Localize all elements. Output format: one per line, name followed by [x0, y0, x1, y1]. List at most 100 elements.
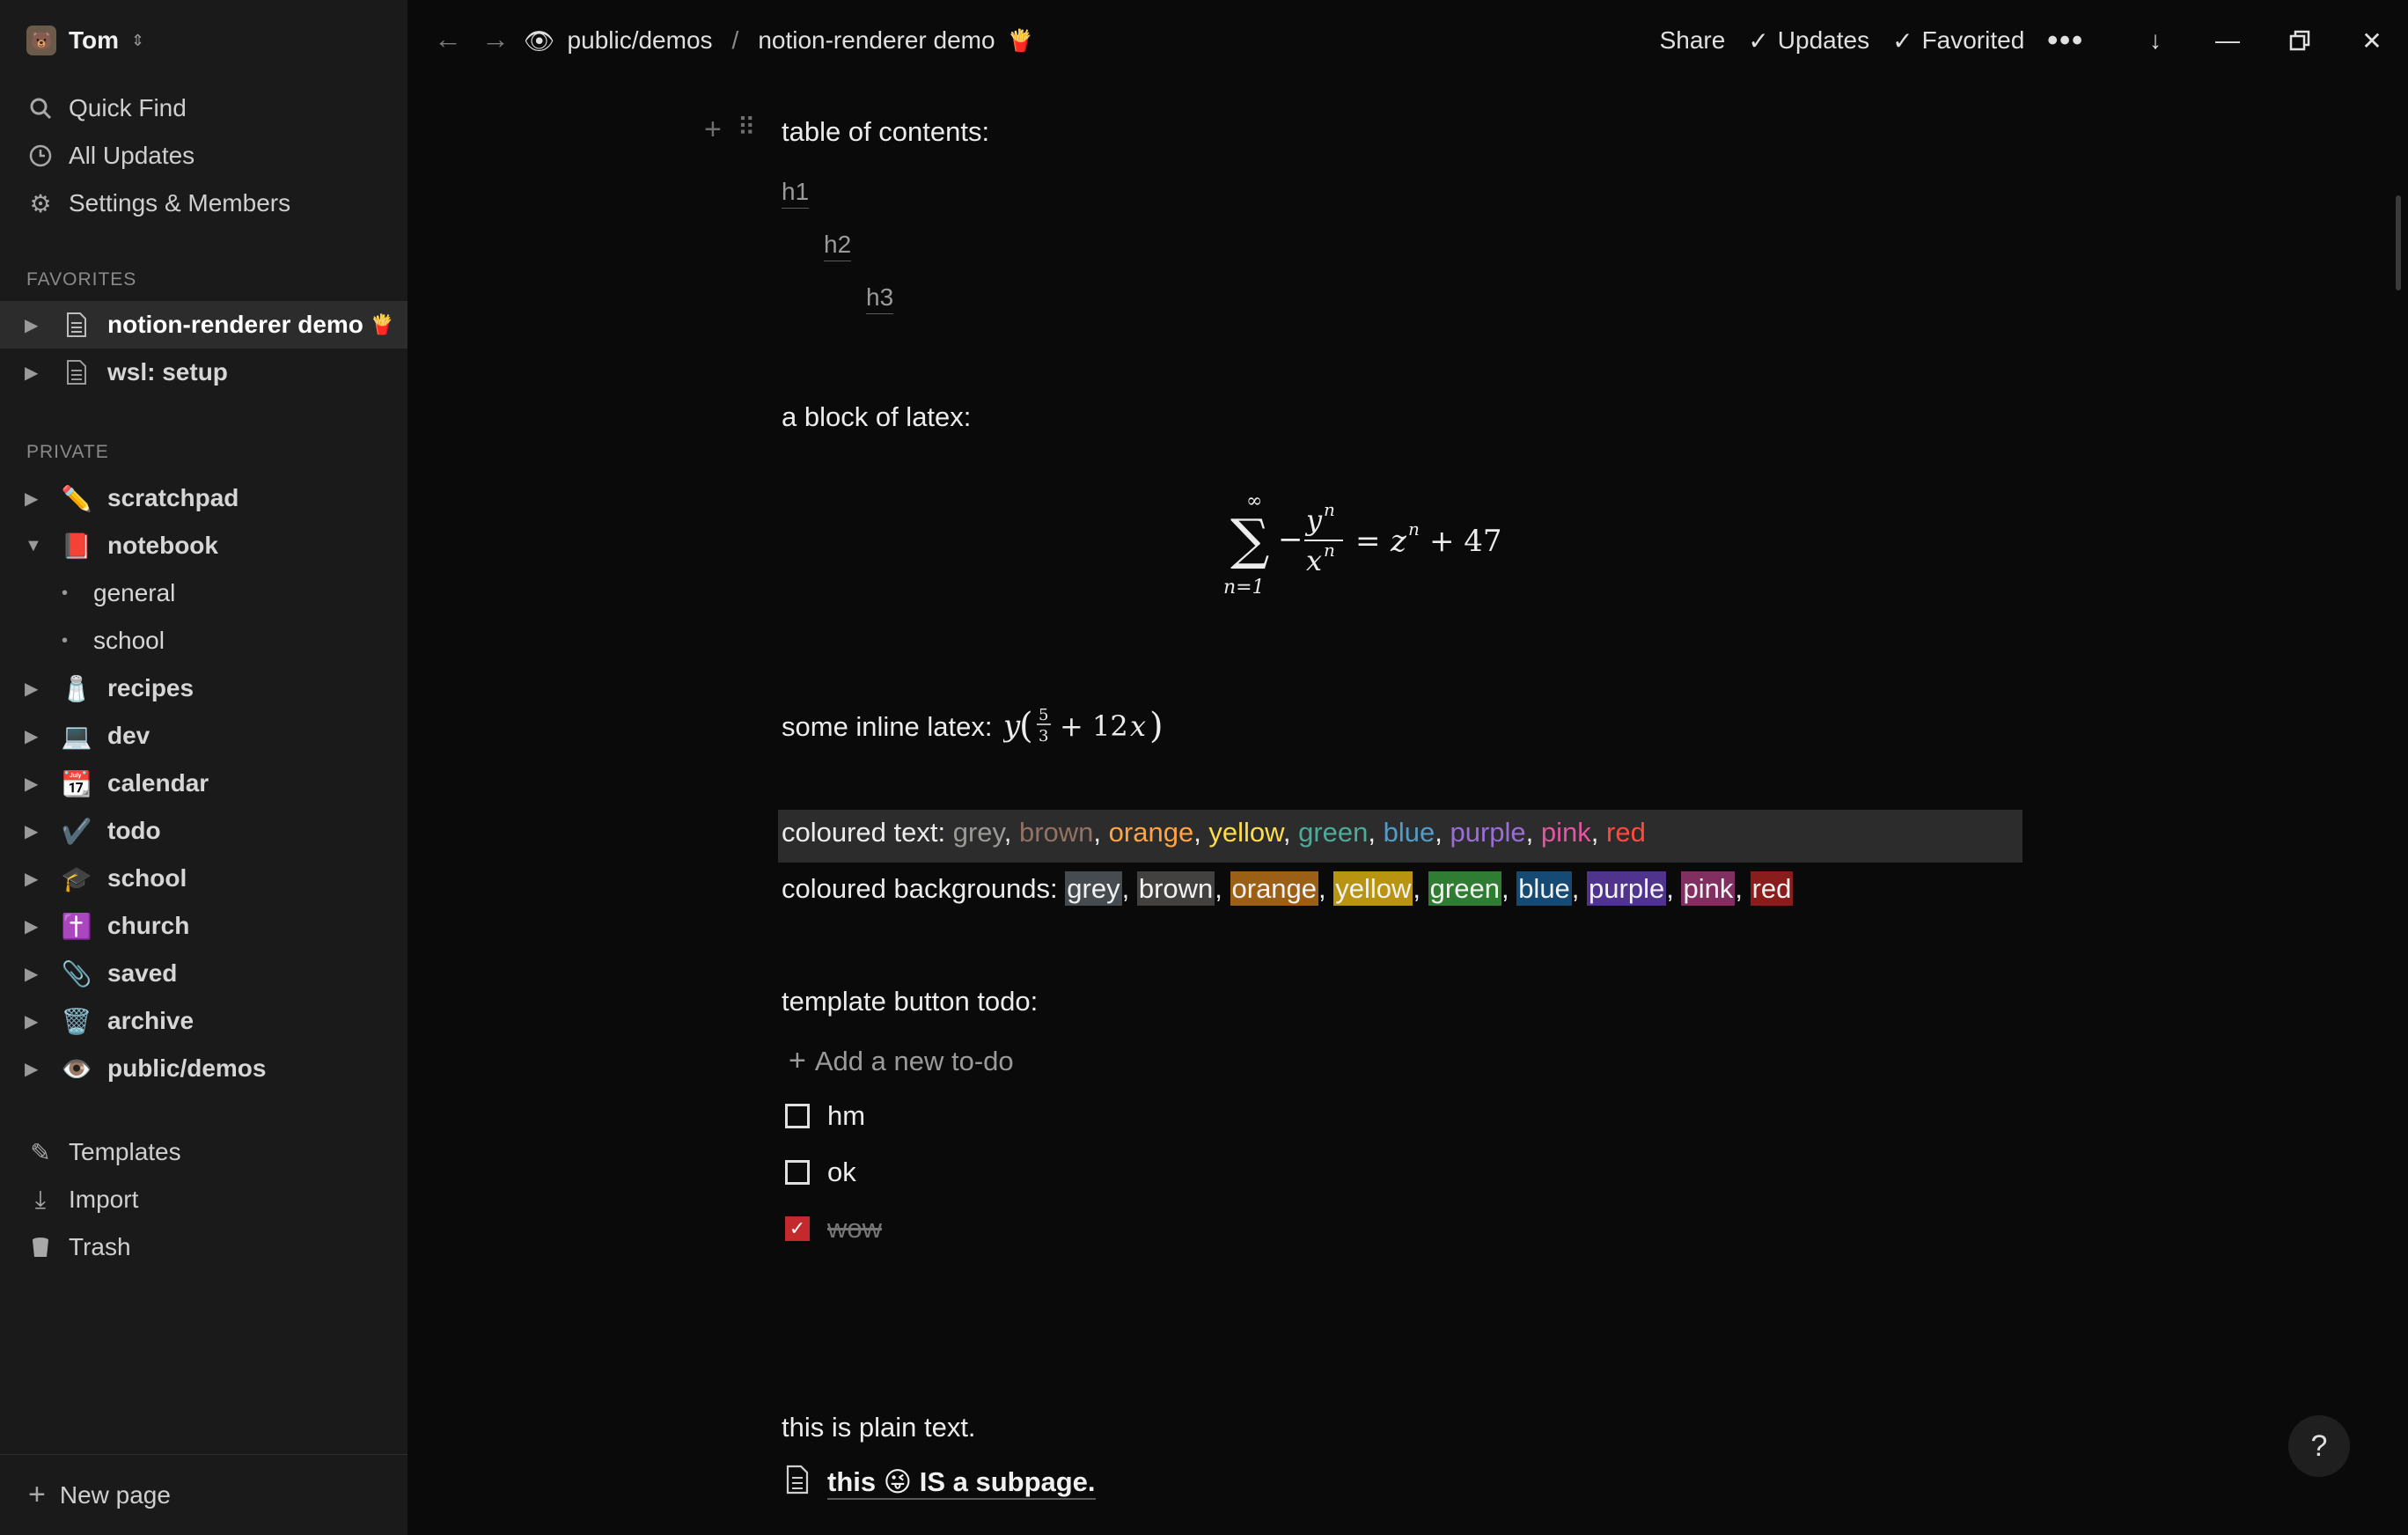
expand-arrow-icon[interactable]: ▶ — [25, 314, 60, 336]
coloured-background-pink: pink — [1681, 871, 1736, 906]
plus-icon: + — [789, 1044, 806, 1077]
todo-checkbox-checked[interactable]: ✓ — [785, 1216, 810, 1241]
quick-find-button[interactable]: Quick Find — [26, 84, 290, 132]
todo-text[interactable]: hm — [827, 1100, 865, 1132]
sidebar-item-school-sub[interactable]: • school — [0, 617, 407, 665]
scrollbar-thumb[interactable] — [2396, 195, 2401, 290]
svg-text:−: − — [1278, 522, 1303, 557]
gear-icon: ⚙ — [29, 189, 52, 217]
todo-item: hm — [785, 1100, 865, 1132]
sidebar-item-label: saved — [107, 959, 178, 987]
sidebar-item-archive[interactable]: ▶ 🗑️ archive — [0, 997, 407, 1045]
svg-text:): ) — [1149, 706, 1164, 746]
todo-text[interactable]: wow — [827, 1213, 882, 1245]
sidebar-item-wsl-setup[interactable]: ▶ wsl: setup — [0, 349, 407, 396]
sidebar-item-scratchpad[interactable]: ▶ ✏️ scratchpad — [0, 474, 407, 522]
sidebar-item-label: school — [107, 864, 187, 892]
sidebar-item-public-demos[interactable]: ▶ 👁️ public/demos — [0, 1045, 407, 1092]
todo-checkbox[interactable] — [785, 1160, 810, 1185]
share-button[interactable]: Share — [1660, 26, 1726, 55]
expand-arrow-icon[interactable]: ▶ — [25, 725, 60, 747]
new-page-button[interactable]: + New page — [0, 1454, 407, 1535]
toc-link-h3[interactable]: h3 — [866, 283, 894, 314]
expand-arrow-icon[interactable]: ▶ — [25, 678, 60, 700]
close-icon[interactable]: ✕ — [2336, 26, 2408, 55]
sidebar-item-calendar[interactable]: ▶ 📆 calendar — [0, 760, 407, 807]
sidebar-item-label: school — [93, 627, 165, 654]
todo-item: ✓ wow — [785, 1213, 882, 1245]
sidebar-item-label: notebook — [107, 532, 218, 559]
sidebar-item-label: scratchpad — [107, 484, 239, 511]
expand-arrow-icon[interactable]: ▶ — [25, 488, 60, 510]
all-updates-button[interactable]: All Updates — [26, 132, 290, 180]
clock-icon — [26, 144, 55, 167]
sidebar-item-church[interactable]: ▶ ✝️ church — [0, 902, 407, 950]
toc-link-h1[interactable]: h1 — [782, 178, 810, 209]
download-arrow-icon[interactable]: ↓ — [2119, 26, 2191, 55]
restore-icon[interactable] — [2264, 30, 2336, 51]
expand-arrow-icon[interactable]: ▶ — [25, 362, 60, 384]
templates-button[interactable]: ✎ Templates — [26, 1128, 180, 1176]
import-label: Import — [69, 1186, 139, 1213]
top-bar: ← → 👁 public/demos / notion-renderer dem… — [407, 0, 2408, 81]
trash-button[interactable]: Trash — [26, 1223, 181, 1271]
svg-text:∑: ∑ — [1230, 507, 1269, 571]
updates-button[interactable]: ✓ Updates — [1748, 26, 1869, 55]
toc-link-h2[interactable]: h2 — [824, 231, 852, 261]
add-todo-button[interactable]: + Add a new to-do — [789, 1044, 1014, 1078]
todo-text[interactable]: ok — [827, 1157, 856, 1188]
sidebar-item-dev[interactable]: ▶ 💻 dev — [0, 712, 407, 760]
settings-members-button[interactable]: ⚙ Settings & Members — [26, 180, 290, 227]
workspace-switcher[interactable]: 🐻 Tom ⇕ — [26, 23, 144, 58]
laptop-icon: 💻 — [61, 722, 92, 750]
expand-arrow-icon[interactable]: ▶ — [25, 1058, 60, 1080]
coloured-text-label: coloured text: — [782, 817, 946, 848]
back-arrow-icon[interactable]: ← — [434, 23, 462, 55]
add-block-icon[interactable]: + — [704, 113, 722, 147]
quick-find-label: Quick Find — [69, 94, 187, 121]
drag-handle-icon[interactable]: ⠿ — [738, 113, 756, 147]
settings-members-label: Settings & Members — [69, 189, 291, 217]
expand-arrow-icon[interactable]: ▶ — [25, 773, 60, 795]
favorited-label: Favorited — [1921, 26, 2025, 54]
coloured-background-grey: grey — [1065, 871, 1122, 906]
sidebar-item-recipes[interactable]: ▶ 🧂 recipes — [0, 665, 407, 712]
expand-arrow-icon[interactable]: ▶ — [25, 868, 60, 890]
svg-text:n: n — [1324, 540, 1335, 561]
breadcrumb-public-demos[interactable]: public/demos — [568, 26, 713, 55]
sidebar-item-label: recipes — [107, 674, 195, 701]
expand-arrow-icon[interactable]: ▶ — [25, 820, 60, 842]
breadcrumb-current-page[interactable]: notion-renderer demo — [758, 26, 995, 55]
sidebar-item-general[interactable]: • general — [0, 569, 407, 617]
workspace-avatar: 🐻 — [26, 26, 56, 55]
expand-arrow-icon[interactable]: ▶ — [25, 963, 60, 985]
forward-arrow-icon[interactable]: → — [481, 23, 510, 55]
favorited-button[interactable]: ✓ Favorited — [1892, 26, 2024, 55]
eye-icon: 👁️ — [61, 1054, 92, 1083]
subpage-link[interactable]: this 😜 IS a subpage. — [785, 1465, 1096, 1502]
check-icon: ✓ — [1892, 26, 1913, 55]
sidebar-top: Quick Find All Updates ⚙ Settings & Memb… — [26, 84, 290, 227]
coloured-text-pink: pink — [1540, 817, 1591, 848]
expand-arrow-icon[interactable]: ▶ — [25, 915, 60, 937]
help-button[interactable]: ? — [2288, 1415, 2350, 1477]
import-button[interactable]: ⤓ Import — [26, 1176, 181, 1223]
sidebar-item-notion-renderer-demo[interactable]: ▶ notion-renderer demo 🍟 — [0, 301, 407, 349]
workspace-name: Tom — [69, 26, 120, 54]
inline-latex-equation[interactable]: y ( 5 3 + 12 x ) — [1003, 702, 1171, 752]
collapse-arrow-icon[interactable]: ▼ — [25, 536, 60, 556]
sidebar-item-todo[interactable]: ▶ ✔️ todo — [0, 807, 407, 855]
sidebar-item-notebook[interactable]: ▼ 📕 notebook — [0, 522, 407, 569]
window-controls: ↓ — ✕ — [2119, 26, 2408, 55]
minimize-icon[interactable]: — — [2191, 26, 2264, 55]
updates-label: Updates — [1777, 26, 1870, 54]
cross-icon: ✝️ — [61, 912, 92, 940]
sidebar-item-saved[interactable]: ▶ 📎 saved — [0, 950, 407, 997]
expand-arrow-icon[interactable]: ▶ — [25, 1010, 60, 1032]
latex-equation[interactable]: ∞ ∑ n=1 − y n x n = z n + 47 — [1222, 486, 1591, 618]
sidebar-item-school[interactable]: ▶ 🎓 school — [0, 855, 407, 902]
more-options-button[interactable]: ••• — [2047, 24, 2084, 58]
todo-checkbox[interactable] — [785, 1104, 810, 1128]
sidebar-item-label: notion-renderer demo — [107, 311, 363, 338]
top-actions: Share ✓ Updates ✓ Favorited ••• ↓ — ✕ — [1660, 18, 2408, 63]
